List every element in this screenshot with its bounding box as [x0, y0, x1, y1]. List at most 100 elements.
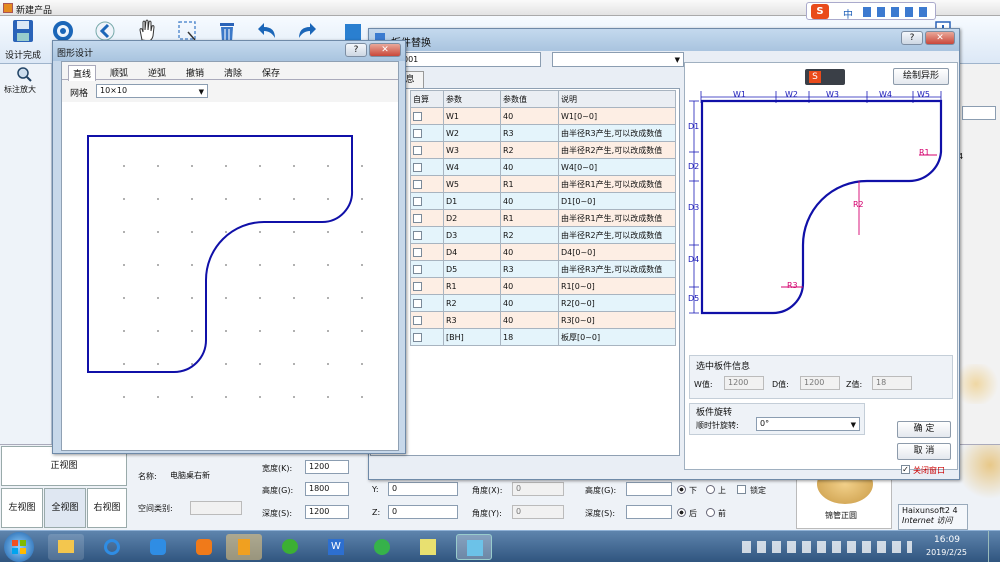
show-desktop-button[interactable]: [988, 531, 1000, 562]
auto-calc-checkbox[interactable]: [413, 179, 422, 189]
depth2-field[interactable]: [626, 505, 672, 519]
height-field[interactable]: 1800: [305, 482, 349, 496]
value-cell[interactable]: 18: [500, 328, 559, 346]
y-field[interactable]: 0: [388, 482, 458, 496]
table-row[interactable]: R1 40 R1[0~0]: [410, 277, 676, 295]
value-cell[interactable]: 40: [500, 192, 559, 210]
value-cell[interactable]: R3: [500, 124, 559, 142]
value-cell[interactable]: R3: [500, 260, 559, 278]
table-row[interactable]: W1 40 W1[0~0]: [410, 107, 676, 125]
value-cell[interactable]: 40: [500, 158, 559, 176]
value-cell[interactable]: 40: [500, 294, 559, 312]
board-type-dropdown[interactable]: ▼: [552, 52, 684, 67]
taskbar-app-4[interactable]: [186, 534, 222, 560]
table-row[interactable]: D4 40 D4[0~0]: [410, 243, 676, 261]
value-cell[interactable]: R1: [500, 175, 559, 193]
taskbar-app-9[interactable]: [410, 534, 446, 560]
taskbar-browser[interactable]: [364, 534, 400, 560]
board-help-button[interactable]: ?: [901, 31, 923, 45]
value-cell[interactable]: 40: [500, 277, 559, 295]
table-row[interactable]: D5 R3 由半径R3产生,可以改成数值: [410, 260, 676, 278]
start-button[interactable]: [4, 532, 34, 562]
left-view-button[interactable]: 左视图: [1, 488, 43, 528]
table-row[interactable]: D3 R2 由半径R2产生,可以改成数值: [410, 226, 676, 244]
z-value-field[interactable]: 18: [872, 376, 912, 390]
d-value-field[interactable]: 1200: [800, 376, 840, 390]
value-cell[interactable]: 40: [500, 243, 559, 261]
auto-calc-checkbox[interactable]: [413, 230, 422, 240]
ime-tools-icon[interactable]: [863, 7, 929, 17]
board-code-field[interactable]: 001: [399, 52, 541, 67]
taskbar-wps[interactable]: W: [318, 534, 354, 560]
tab-counter-arc[interactable]: 逆弧: [148, 66, 166, 79]
table-row[interactable]: D1 40 D1[0~0]: [410, 192, 676, 210]
auto-calc-cell[interactable]: [410, 209, 444, 227]
rotate-dropdown[interactable]: 0° ▼: [756, 417, 860, 431]
auto-calc-checkbox[interactable]: [413, 213, 422, 223]
auto-calc-cell[interactable]: [410, 328, 444, 346]
board-close-button[interactable]: ✕: [925, 31, 955, 45]
auto-calc-cell[interactable]: [410, 175, 444, 193]
auto-calc-checkbox[interactable]: [413, 247, 422, 257]
shape-canvas[interactable]: [62, 102, 398, 450]
grid-dropdown[interactable]: 10×10 ▼: [96, 84, 208, 98]
auto-calc-checkbox[interactable]: [413, 162, 422, 172]
ok-button[interactable]: 确 定: [897, 421, 951, 438]
table-row[interactable]: W4 40 W4[0~0]: [410, 158, 676, 176]
auto-calc-checkbox[interactable]: [413, 196, 422, 206]
auto-calc-cell[interactable]: [410, 158, 444, 176]
auto-calc-checkbox[interactable]: [413, 264, 422, 274]
auto-calc-cell[interactable]: [410, 141, 444, 159]
full-view-button[interactable]: 全视图: [44, 488, 86, 528]
value-cell[interactable]: R2: [500, 141, 559, 159]
value-cell[interactable]: 40: [500, 311, 559, 329]
zoom-button[interactable]: 标注放大: [2, 66, 48, 98]
auto-calc-cell[interactable]: [410, 311, 444, 329]
table-row[interactable]: W3 R2 由半径R2产生,可以改成数值: [410, 141, 676, 159]
table-row[interactable]: R2 40 R2[0~0]: [410, 294, 676, 312]
taskbar-explorer[interactable]: [48, 534, 84, 560]
auto-calc-checkbox[interactable]: [413, 128, 422, 138]
tab-undo[interactable]: 撤销: [186, 66, 204, 79]
right-view-button[interactable]: 右视图: [87, 488, 127, 528]
table-row[interactable]: W5 R1 由半径R1产生,可以改成数值: [410, 175, 676, 193]
radio-down[interactable]: [677, 485, 686, 494]
value-cell[interactable]: 40: [500, 107, 559, 125]
tab-line[interactable]: 直线: [68, 65, 97, 81]
auto-calc-cell[interactable]: [410, 107, 444, 125]
auto-calc-checkbox[interactable]: [413, 281, 422, 291]
auto-calc-cell[interactable]: [410, 294, 444, 312]
angle-x-field[interactable]: 0: [512, 482, 564, 496]
table-row[interactable]: D2 R1 由半径R1产生,可以改成数值: [410, 209, 676, 227]
radio-front[interactable]: [706, 508, 715, 517]
auto-calc-checkbox[interactable]: [413, 332, 422, 342]
auto-calc-checkbox[interactable]: [413, 315, 422, 325]
shape-help-button[interactable]: ?: [345, 43, 367, 57]
z-field[interactable]: 0: [388, 505, 458, 519]
cancel-button[interactable]: 取 消: [897, 443, 951, 460]
auto-calc-checkbox[interactable]: [413, 111, 422, 121]
w-value-field[interactable]: 1200: [724, 376, 764, 390]
width-field[interactable]: 1200: [305, 460, 349, 474]
system-tray-icons[interactable]: [742, 541, 912, 553]
tab-clockwise-arc[interactable]: 顺弧: [110, 66, 128, 79]
radio-up[interactable]: [706, 485, 715, 494]
auto-calc-cell[interactable]: [410, 243, 444, 261]
height2-field[interactable]: [626, 482, 672, 496]
close-window-checkbox[interactable]: ✓: [901, 465, 910, 474]
lock-checkbox[interactable]: [737, 485, 746, 494]
tab-clear[interactable]: 清除: [224, 66, 242, 79]
space-category-field[interactable]: [190, 501, 242, 515]
auto-calc-cell[interactable]: [410, 277, 444, 295]
auto-calc-checkbox[interactable]: [413, 298, 422, 308]
angle-y-field[interactable]: 0: [512, 505, 564, 519]
auto-calc-cell[interactable]: [410, 124, 444, 142]
name-field[interactable]: 电脑桌右新: [166, 469, 244, 483]
taskbar-wechat[interactable]: [272, 534, 308, 560]
taskbar-app-2[interactable]: [94, 534, 130, 560]
value-cell[interactable]: R2: [500, 226, 559, 244]
taskbar-design-app[interactable]: [456, 534, 492, 560]
right-side-field[interactable]: [962, 106, 996, 120]
table-row[interactable]: [BH] 18 板厚[0~0]: [410, 328, 676, 346]
auto-calc-cell[interactable]: [410, 226, 444, 244]
